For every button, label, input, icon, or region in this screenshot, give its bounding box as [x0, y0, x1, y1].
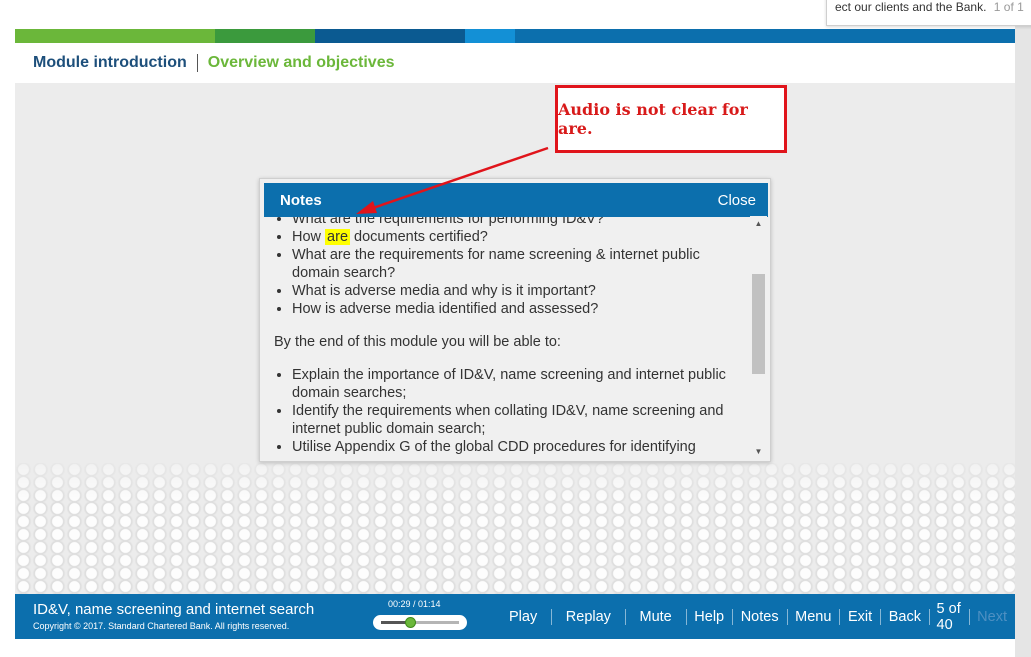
notes-title: Notes	[280, 191, 322, 209]
color-segment	[315, 29, 465, 43]
color-segment	[465, 29, 515, 43]
course-title: ID&V, name screening and internet search	[33, 601, 315, 618]
annotation-text: Audio is not clear for are.	[558, 100, 748, 138]
list-item: How are documents certified?	[292, 228, 750, 246]
highlighted-word: are	[325, 229, 351, 245]
list-item: What are the requirements for name scree…	[292, 246, 750, 282]
module-title: Module introduction	[33, 54, 187, 71]
scrollbar-thumb[interactable]	[752, 274, 765, 374]
copyright-text: Copyright © 2017. Standard Chartered Ban…	[33, 621, 290, 631]
player-footer: ID&V, name screening and internet search…	[15, 594, 1015, 639]
left-margin	[0, 0, 15, 657]
color-segment	[515, 29, 1015, 43]
list-item: Identify the requirements when collating…	[292, 402, 750, 438]
back-button[interactable]: Back	[881, 609, 929, 625]
scroll-up-arrow-icon[interactable]: ▲	[750, 216, 767, 230]
notes-content[interactable]: What are the requirements for performing…	[274, 217, 750, 457]
notes-scroll-area: What are the requirements for performing…	[274, 217, 750, 456]
bottom-margin	[15, 639, 1015, 657]
list-item-text: How	[292, 229, 326, 245]
notes-header: Notes Close	[264, 183, 768, 217]
menu-button[interactable]: Menu	[787, 609, 839, 625]
list-item: How is adverse media identified and asse…	[292, 300, 750, 318]
play-button[interactable]: Play	[495, 609, 551, 625]
list-item: Explain the importance of ID&V, name scr…	[292, 366, 750, 402]
objectives-intro: By the end of this module you will be ab…	[274, 334, 561, 350]
help-button[interactable]: Help	[686, 609, 732, 625]
find-bar-count: 1 of 1	[993, 0, 1024, 14]
color-segment	[215, 29, 315, 43]
header-divider	[196, 54, 198, 72]
objectives-list: Explain the importance of ID&V, name scr…	[274, 366, 750, 456]
find-bar-popup: ect our clients and the Bank. 1 of 1	[826, 0, 1031, 26]
notes-scrollbar[interactable]: ▲ ▼	[750, 216, 767, 458]
questions-list: What are the requirements for performing…	[274, 217, 750, 318]
progress-knob[interactable]	[405, 617, 417, 628]
color-segment	[15, 29, 215, 43]
right-margin	[1015, 0, 1031, 657]
notes-close-button[interactable]: Close	[718, 192, 756, 209]
module-header: Module introduction Overview and objecti…	[15, 43, 1015, 83]
notes-button[interactable]: Notes	[733, 609, 787, 625]
exit-button[interactable]: Exit	[840, 609, 880, 625]
scroll-down-arrow-icon[interactable]: ▼	[750, 444, 767, 458]
playback-timer: 00:29 / 01:14	[388, 599, 441, 609]
annotation-callout: Audio is not clear for are.	[555, 85, 787, 153]
list-item: What is adverse media and why is it impo…	[292, 282, 750, 300]
find-bar-text: ect our clients and the Bank.	[835, 0, 987, 14]
replay-button[interactable]: Replay	[552, 609, 625, 625]
list-item-text: documents certified?	[350, 229, 488, 245]
list-item: What are the requirements for performing…	[292, 217, 750, 228]
page-counter: 5 of 40	[936, 600, 961, 633]
playback-progress-slider[interactable]	[373, 615, 467, 630]
list-item: Utilise Appendix G of the global CDD pro…	[292, 438, 750, 456]
brand-color-bar	[15, 29, 1015, 43]
section-title: Overview and objectives	[207, 54, 395, 71]
notes-panel: Notes Close What are the requirements fo…	[259, 178, 771, 462]
mute-button[interactable]: Mute	[625, 609, 685, 625]
player-nav: Play Replay Mute Help Notes Menu Exit Ba…	[495, 594, 1015, 639]
next-button: Next	[977, 608, 1007, 625]
